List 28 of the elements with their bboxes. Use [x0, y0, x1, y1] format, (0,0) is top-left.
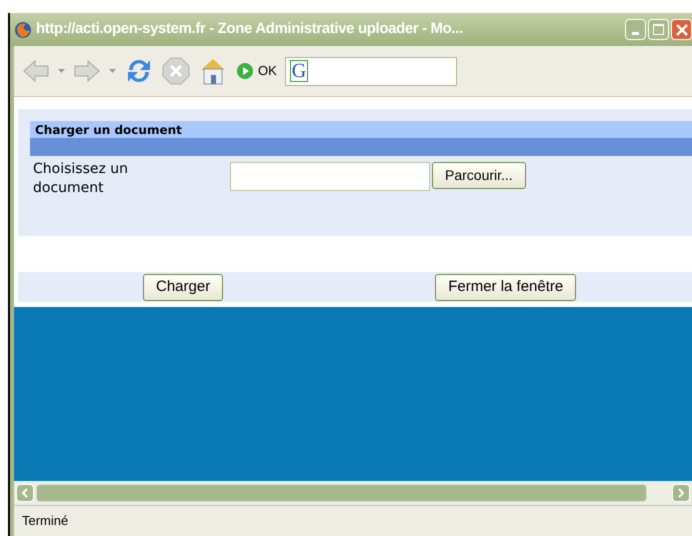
close-button[interactable] [671, 19, 692, 40]
back-arrow-icon[interactable] [22, 59, 50, 83]
scroll-right-button[interactable] [672, 484, 690, 502]
close-icon [676, 24, 688, 36]
chevron-left-icon [21, 488, 29, 498]
status-text: Terminé [22, 512, 68, 530]
search-field[interactable]: G [284, 56, 457, 86]
minimize-button[interactable] [625, 19, 646, 40]
forward-arrow-icon[interactable] [73, 59, 101, 83]
stop-icon[interactable] [162, 57, 190, 85]
browse-button[interactable]: Parcourir... [432, 162, 526, 189]
caret-icon[interactable] [109, 69, 116, 73]
close-window-button[interactable]: Fermer la fenêtre [435, 274, 576, 300]
scroll-left-button[interactable] [16, 484, 34, 502]
panel-title: Charger un document [35, 122, 182, 138]
search-engine-letter: G [290, 60, 308, 82]
scroll-thumb[interactable] [36, 484, 647, 502]
browser-logo-icon [14, 20, 32, 38]
window-title: http://acti.open-system.fr - Zone Administrative uploader - Mo... [36, 19, 463, 40]
go-label: OK [258, 62, 277, 80]
file-path-field[interactable] [230, 162, 430, 191]
horizontal-scrollbar[interactable] [14, 481, 692, 505]
chevron-right-icon [677, 488, 685, 498]
field-label: Choisissez un document [33, 160, 130, 198]
caret-icon[interactable] [58, 69, 65, 73]
go-icon[interactable] [236, 62, 254, 80]
maximize-button[interactable] [648, 19, 669, 40]
upload-button[interactable]: Charger [143, 274, 224, 300]
